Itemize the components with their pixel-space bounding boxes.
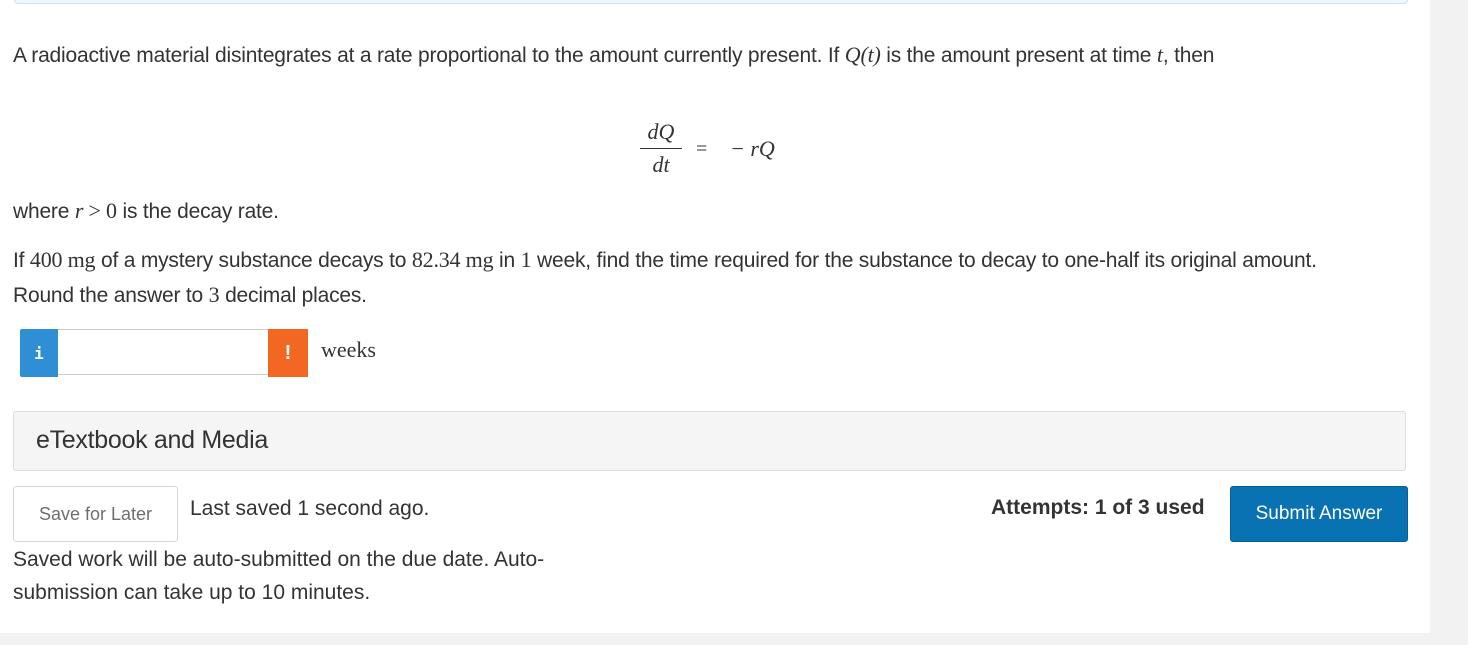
question-prompt: If 400 mg of a mystery substance decays … bbox=[13, 247, 1317, 307]
equation-numerator: dQ bbox=[647, 119, 675, 144]
save-for-later-button[interactable]: Save for Later bbox=[13, 486, 178, 542]
etextbook-media-label: eTextbook and Media bbox=[36, 426, 268, 454]
auto-submit-note: Saved work will be auto-submitted on the… bbox=[13, 548, 545, 604]
attempts-count: Attempts: 1 of 3 used bbox=[991, 496, 1205, 519]
top-banner bbox=[14, 0, 1408, 4]
question-card: A radioactive material disintegrates at … bbox=[0, 0, 1430, 633]
answer-input[interactable] bbox=[58, 329, 268, 375]
last-saved-status: Last saved 1 second ago. bbox=[190, 497, 430, 520]
answer-unit: weeks bbox=[321, 337, 376, 362]
decay-rate-note: where r > 0 is the decay rate. bbox=[13, 198, 279, 223]
equation-relation: = bbox=[696, 138, 708, 160]
equation-denominator: dt bbox=[652, 152, 670, 177]
etextbook-media-panel[interactable]: eTextbook and Media bbox=[13, 411, 1406, 471]
fraction-bar bbox=[640, 148, 682, 149]
equation-fraction: dQ dt bbox=[640, 118, 682, 179]
warning-icon[interactable]: ! bbox=[268, 329, 308, 377]
equation-rhs: − rQ bbox=[730, 136, 775, 161]
submit-answer-button[interactable]: Submit Answer bbox=[1230, 486, 1408, 542]
info-icon[interactable]: i bbox=[20, 329, 58, 377]
question-intro: A radioactive material disintegrates at … bbox=[13, 42, 1215, 67]
